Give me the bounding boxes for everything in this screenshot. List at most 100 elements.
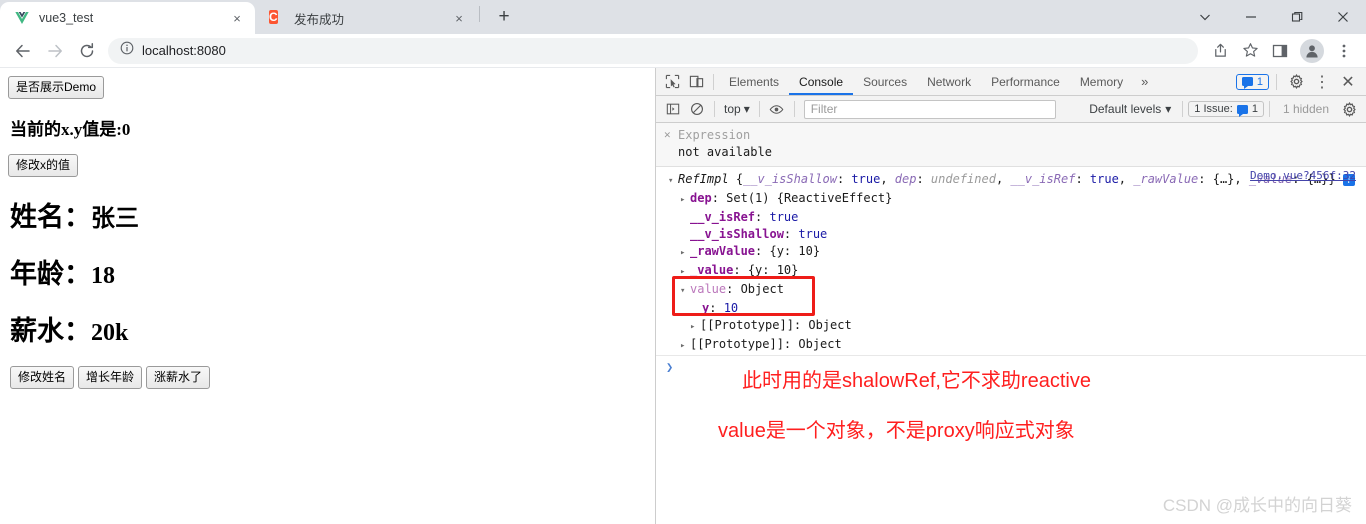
demo-toggle-button[interactable]: 是否展示Demo bbox=[8, 76, 105, 99]
devtools-menu-button[interactable]: ⋮ bbox=[1310, 70, 1334, 94]
disclosure-triangle-icon[interactable]: ▸ bbox=[680, 264, 690, 281]
object-prototype-row[interactable]: ▸ [[Prototype]]: Object bbox=[656, 336, 1366, 355]
csdn-logo-icon: C bbox=[269, 10, 285, 26]
modify-x-button[interactable]: 修改x的值 bbox=[8, 154, 79, 177]
csdn-logo-letter: C bbox=[269, 10, 278, 24]
raise-salary-button[interactable]: 涨薪水了 bbox=[146, 366, 211, 389]
window-controls bbox=[1182, 0, 1366, 34]
object-property-row: __v_isRef: true bbox=[656, 209, 1366, 226]
tab-sources[interactable]: Sources bbox=[853, 68, 917, 95]
disclosure-triangle-icon[interactable]: ▸ bbox=[680, 245, 690, 262]
object-property-row-y: y: 10 bbox=[656, 300, 1366, 317]
prop-value: true bbox=[769, 210, 799, 224]
prop-separator: : bbox=[783, 337, 799, 351]
address-bar-url: localhost:8080 bbox=[142, 43, 226, 58]
tab-memory[interactable]: Memory bbox=[1070, 68, 1133, 95]
close-window-button[interactable] bbox=[1320, 0, 1366, 34]
disclosure-triangle-icon[interactable]: ▾ bbox=[680, 283, 690, 300]
prop-value: {…} bbox=[1212, 172, 1235, 186]
devtools-tabbar: Elements Console Sources Network Perform… bbox=[656, 68, 1366, 96]
clear-console-icon[interactable] bbox=[685, 97, 709, 121]
prop-separator: : bbox=[709, 301, 724, 315]
filter-input[interactable]: Filter bbox=[803, 99, 1056, 119]
prop-key: __v_isShallow bbox=[690, 227, 784, 241]
disclosure-triangle-icon[interactable]: ▸ bbox=[680, 192, 690, 209]
prop-key: _value bbox=[690, 263, 734, 277]
device-toolbar-icon[interactable] bbox=[684, 70, 708, 94]
address-bar[interactable]: localhost:8080 bbox=[108, 37, 1198, 64]
disclosure-triangle-icon[interactable]: ▸ bbox=[680, 338, 690, 355]
bookmark-star-icon[interactable] bbox=[1236, 37, 1264, 65]
tab-vue3-test[interactable]: vue3_test × bbox=[0, 2, 255, 34]
reload-button[interactable] bbox=[72, 36, 102, 66]
source-link[interactable]: Demo.vue?456f:32 bbox=[1250, 169, 1356, 182]
field-salary-value: 20k bbox=[91, 320, 129, 346]
tab-close-button[interactable]: × bbox=[451, 10, 467, 26]
browser-window: vue3_test × C 发布成功 × + localhost:8080 是否… bbox=[0, 0, 1366, 524]
message-count-badge[interactable]: 1 bbox=[1235, 73, 1269, 90]
chevron-down-icon: ▾ bbox=[1165, 102, 1172, 116]
tab-title: vue3_test bbox=[39, 11, 94, 25]
object-property-row[interactable]: ▸ dep: Set(1) {ReactiveEffect} bbox=[656, 190, 1366, 209]
prop-value: {y: 10} bbox=[769, 244, 821, 258]
prompt-chevron-icon: ❯ bbox=[666, 360, 674, 374]
new-tab-button[interactable]: + bbox=[490, 3, 518, 31]
close-icon[interactable]: ✕ bbox=[664, 128, 678, 141]
live-expression-icon[interactable] bbox=[765, 97, 789, 121]
context-selector[interactable]: top ▾ bbox=[720, 102, 754, 116]
share-icon[interactable] bbox=[1206, 37, 1234, 65]
console-sidebar-icon[interactable] bbox=[661, 97, 685, 121]
object-property-row[interactable]: ▸ _rawValue: {y: 10} bbox=[656, 243, 1366, 262]
prop-key: [[Prototype]] bbox=[690, 337, 784, 351]
message-count-value: 1 bbox=[1256, 75, 1263, 88]
log-levels-selector[interactable]: Default levels ▾ bbox=[1083, 102, 1177, 116]
back-button[interactable] bbox=[8, 36, 38, 66]
field-name: 姓名：张三 bbox=[10, 195, 647, 234]
more-tabs-button[interactable]: » bbox=[1133, 74, 1156, 89]
disclosure-triangle-icon[interactable]: ▸ bbox=[690, 319, 700, 336]
issues-badge[interactable]: 1 Issue: 1 bbox=[1188, 101, 1264, 117]
console-output[interactable]: ✕ Expression not available Demo.vue?456f… bbox=[656, 123, 1366, 524]
field-age-value: 18 bbox=[91, 263, 115, 289]
tab-fabu-chenggong[interactable]: C 发布成功 × bbox=[255, 2, 477, 34]
site-info-icon[interactable] bbox=[120, 41, 134, 60]
web-page-viewport: 是否展示Demo 当前的x.y值是:0 修改x的值 姓名：张三 年龄：18 薪水… bbox=[0, 68, 655, 524]
inspect-element-icon[interactable] bbox=[660, 70, 684, 94]
profile-avatar-icon[interactable] bbox=[1300, 38, 1324, 63]
tab-close-button[interactable]: × bbox=[229, 10, 245, 26]
object-property-row[interactable]: ▸ _value: {y: 10} bbox=[656, 262, 1366, 281]
tab-title: 发布成功 bbox=[294, 12, 345, 27]
object-prototype-row[interactable]: ▸ [[Prototype]]: Object bbox=[656, 317, 1366, 336]
console-filter-bar: top ▾ Filter Default levels ▾ 1 Issue: 1… bbox=[656, 96, 1366, 123]
live-expression-block: ✕ Expression not available bbox=[656, 123, 1366, 167]
tab-elements[interactable]: Elements bbox=[719, 68, 789, 95]
gear-icon[interactable] bbox=[1337, 97, 1361, 121]
prop-separator: : bbox=[793, 318, 809, 332]
tab-console[interactable]: Console bbox=[789, 68, 853, 95]
field-age: 年龄：18 bbox=[10, 252, 647, 291]
browser-menu-button[interactable] bbox=[1330, 37, 1358, 65]
disclosure-triangle-icon[interactable]: ▾ bbox=[668, 173, 678, 190]
modify-name-button[interactable]: 修改姓名 bbox=[10, 366, 75, 389]
open-brace: { bbox=[735, 172, 744, 186]
tab-network[interactable]: Network bbox=[917, 68, 981, 95]
field-name-value: 张三 bbox=[91, 206, 139, 232]
prop-value: Object bbox=[798, 337, 842, 351]
close-devtools-button[interactable]: ✕ bbox=[1336, 70, 1360, 94]
live-expression-label: Expression bbox=[678, 128, 751, 142]
prop-value: true bbox=[798, 227, 828, 241]
prop-key: _rawValue bbox=[690, 244, 756, 258]
tab-performance[interactable]: Performance bbox=[981, 68, 1070, 95]
prop-separator: : bbox=[733, 263, 748, 277]
prop-value: undefined bbox=[930, 172, 996, 186]
prop-value: Object bbox=[740, 282, 784, 296]
forward-button[interactable] bbox=[40, 36, 70, 66]
increase-age-button[interactable]: 增长年龄 bbox=[78, 366, 143, 389]
object-property-row-value[interactable]: ▾ value: Object bbox=[656, 281, 1366, 300]
context-selector-value: top bbox=[724, 102, 741, 116]
gear-icon[interactable] bbox=[1284, 70, 1308, 94]
side-panel-icon[interactable] bbox=[1266, 37, 1294, 65]
minimize-button[interactable] bbox=[1228, 0, 1274, 34]
maximize-button[interactable] bbox=[1274, 0, 1320, 34]
tab-search-button[interactable] bbox=[1182, 0, 1228, 34]
